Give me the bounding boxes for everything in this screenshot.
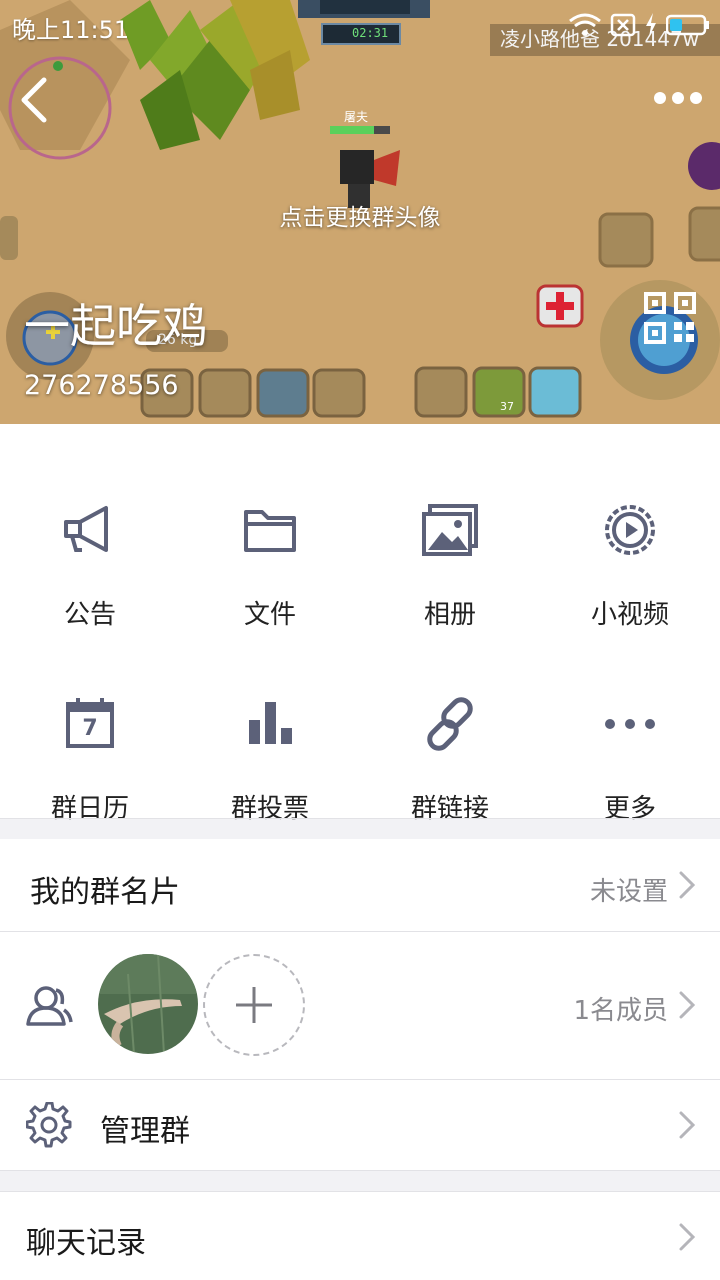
feature-group-link[interactable]: 群链接 (360, 650, 540, 830)
feature-label: 小视频 (590, 600, 669, 630)
back-button[interactable] (8, 70, 68, 130)
megaphone-icon (64, 506, 108, 552)
plus-icon (236, 987, 272, 1023)
feature-short-video[interactable]: 小视频 (540, 456, 720, 636)
manage-group-title: 管理群 (100, 1114, 190, 1149)
members-row[interactable]: 1名成员 (0, 932, 720, 1079)
group-card-title: 我的群名片 (30, 875, 180, 910)
member-avatar[interactable] (98, 954, 198, 1054)
status-time: 晚上11:51 (12, 16, 130, 44)
feature-label: 群链接 (410, 794, 489, 824)
charging-icon (646, 13, 656, 37)
chevron-right-icon (679, 871, 696, 899)
feature-label: 群投票 (230, 794, 309, 824)
feature-grid: 公告 文件 相册 小视频 7 群日历 群投票 群链接 更多 (0, 424, 720, 824)
group-card-value: 未设置 (589, 877, 668, 907)
player-name-tag: 屠夫 (344, 110, 369, 124)
chat-history-title: 聊天记录 (26, 1226, 146, 1261)
feature-label: 更多 (603, 794, 656, 824)
members-icon (26, 986, 73, 1026)
link-icon (427, 697, 473, 751)
gear-icon (26, 1102, 72, 1148)
feature-label: 公告 (63, 600, 116, 630)
group-id: 276278556 (24, 370, 179, 401)
wifi-icon (569, 13, 601, 36)
chevron-right-icon (679, 1223, 696, 1251)
feature-vote[interactable]: 群投票 (180, 650, 360, 830)
group-name: 一起吃鸡 (24, 299, 208, 353)
group-card-row[interactable]: 我的群名片 未设置 (0, 839, 720, 931)
feature-label: 相册 (423, 600, 476, 630)
status-bar: 晚上11:51 凌小路他爸 201447w (0, 0, 720, 56)
feature-label: 群日历 (50, 794, 129, 824)
status-icons (568, 12, 710, 38)
avatar-photo (98, 954, 198, 1054)
album-icon (422, 504, 478, 556)
folder-icon (244, 510, 296, 552)
add-member-button[interactable] (203, 954, 305, 1056)
video-icon (605, 505, 655, 555)
feature-more[interactable]: 更多 (540, 650, 720, 830)
vote-icon (249, 702, 292, 744)
manage-group-row[interactable]: 管理群 (0, 1080, 720, 1170)
qr-code-button[interactable] (644, 292, 696, 344)
battery-icon (666, 14, 709, 36)
feature-calendar[interactable]: 7 群日历 (0, 650, 180, 830)
calendar-day: 7 (82, 716, 98, 741)
more-icon (605, 719, 655, 729)
change-avatar-link[interactable]: 点击更换群头像 (0, 198, 720, 232)
feature-announcement[interactable]: 公告 (0, 456, 180, 636)
chevron-right-icon (679, 991, 696, 1019)
more-options-button[interactable] (650, 76, 710, 120)
sim-off-icon (610, 13, 636, 37)
divider (0, 818, 720, 819)
feature-album[interactable]: 相册 (360, 456, 540, 636)
game-ammo-count: 37 (500, 400, 514, 413)
feature-files[interactable]: 文件 (180, 456, 360, 636)
member-count: 1名成员 (573, 996, 668, 1026)
group-header: 屠夫 02:31 26 kg 37 晚上11:51 凌小路他爸 201447w (0, 0, 720, 424)
feature-label: 文件 (243, 600, 296, 630)
chat-history-row[interactable]: 聊天记录 (0, 1192, 720, 1280)
chevron-right-icon (679, 1111, 696, 1139)
divider (0, 1170, 720, 1171)
